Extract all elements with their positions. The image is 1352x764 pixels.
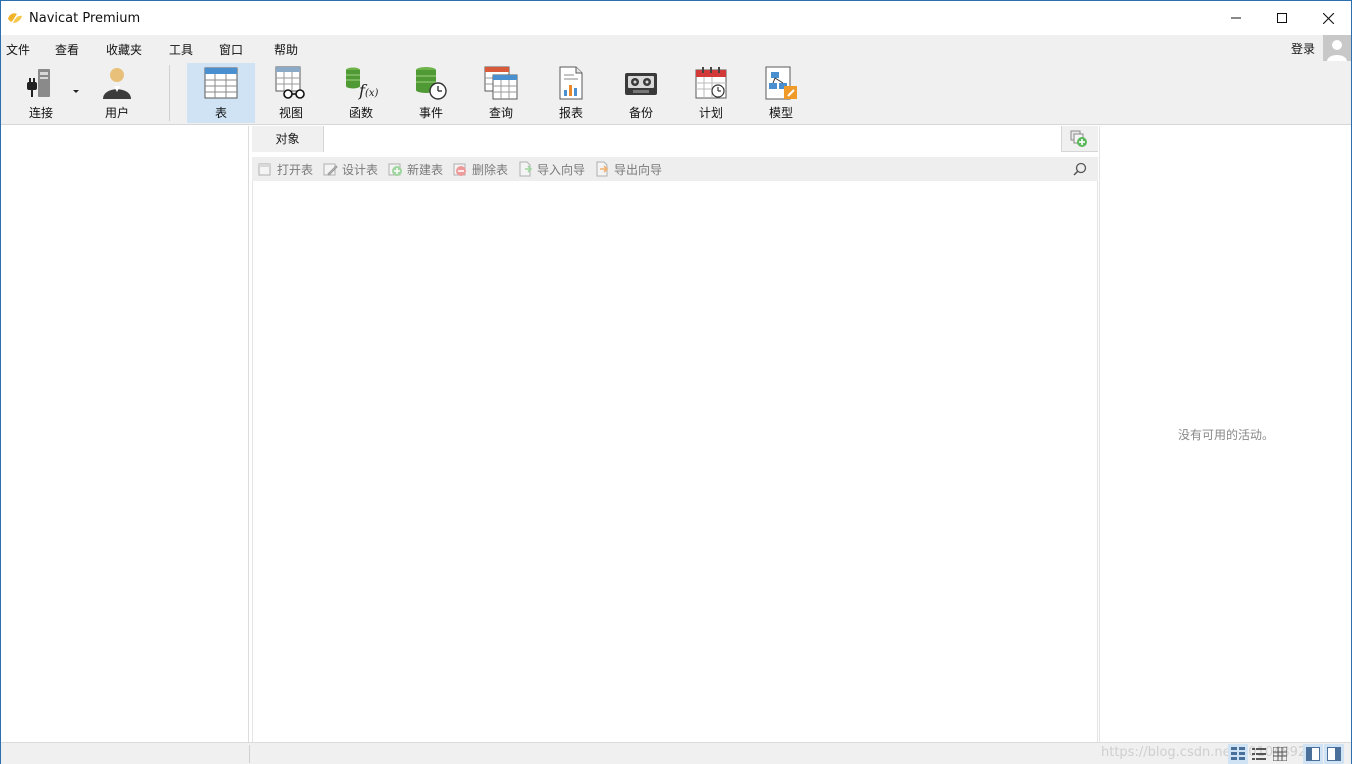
menu-help[interactable]: 帮助 [274, 41, 298, 58]
design-table-button[interactable]: 设计表 [322, 161, 378, 177]
tool-label: 模型 [768, 106, 793, 120]
delete-table-button[interactable]: 删除表 [452, 161, 508, 177]
new-table-button[interactable]: 新建表 [387, 161, 443, 177]
tool-label: 报表 [558, 106, 583, 120]
import-wizard-label: 导入向导 [537, 163, 586, 177]
open-table-button[interactable]: 打开表 [257, 161, 313, 177]
object-toolbar: 打开表 设计表 新建表 删除表 导入向导 导出向导 [252, 157, 1098, 181]
user-avatar-icon [1323, 35, 1351, 61]
tool-table[interactable]: 表 [187, 63, 255, 123]
model-icon [765, 66, 797, 100]
open-table-label: 打开表 [277, 163, 314, 177]
tool-query[interactable]: 查询 [467, 63, 535, 123]
no-activity-text: 没有可用的活动。 [1177, 428, 1274, 442]
detail-view-button[interactable] [1270, 744, 1290, 764]
tool-label: 计划 [698, 106, 723, 120]
import-wizard-button[interactable]: 导入向导 [517, 161, 585, 177]
connection-tree-pane[interactable] [1, 126, 249, 742]
left-pane-icon [1306, 747, 1320, 761]
maximize-icon [1277, 13, 1287, 23]
event-clock-icon [416, 67, 447, 100]
query-icon [484, 66, 518, 100]
add-tab-icon[interactable] [1070, 130, 1088, 148]
tool-schedule[interactable]: 计划 [677, 63, 745, 123]
svg-text:(x): (x) [365, 88, 378, 99]
minimize-button[interactable] [1213, 1, 1259, 35]
import-wizard-icon [519, 161, 533, 177]
new-table-label: 新建表 [407, 163, 444, 177]
status-divider [249, 745, 250, 763]
menu-view[interactable]: 查看 [55, 41, 79, 58]
detail-view-icon [1273, 747, 1287, 761]
info-pane: 没有可用的活动。 [1099, 126, 1351, 742]
status-bar: https://blog.csdn.net/u010489246 [1, 742, 1351, 764]
tool-label: 备份 [628, 106, 653, 120]
open-table-icon [258, 163, 271, 176]
object-list-area[interactable] [252, 181, 1098, 742]
delete-table-label: 删除表 [472, 163, 509, 177]
export-wizard-icon [596, 161, 609, 177]
tool-view[interactable]: 视图 [257, 63, 325, 123]
table-icon [204, 67, 238, 99]
backup-tape-icon [625, 73, 657, 95]
minimize-icon [1231, 17, 1241, 19]
view-glasses-icon [275, 66, 305, 99]
right-pane-icon [1327, 747, 1341, 761]
tool-function[interactable]: f (x) 函数 [327, 63, 395, 123]
export-wizard-label: 导出向导 [614, 163, 663, 177]
menu-window[interactable]: 窗口 [219, 41, 243, 58]
navicat-logo-icon [8, 13, 22, 23]
list-view-button[interactable] [1249, 744, 1269, 764]
tool-label: 事件 [418, 106, 443, 120]
tool-user[interactable]: 用户 [83, 63, 151, 123]
grid-view-button[interactable] [1228, 744, 1248, 764]
delete-table-icon [453, 163, 466, 176]
plug-icon [27, 69, 50, 97]
tool-label: 用户 [104, 106, 129, 120]
maximize-button[interactable] [1259, 1, 1305, 35]
connection-dropdown-caret-icon[interactable] [73, 90, 79, 93]
tool-label: 表 [214, 106, 227, 120]
tool-model[interactable]: 模型 [747, 63, 815, 123]
tab-objects[interactable]: 对象 [252, 126, 324, 152]
tool-backup[interactable]: 备份 [607, 63, 675, 123]
close-icon [1322, 12, 1334, 24]
toggle-left-pane-button[interactable] [1303, 744, 1323, 764]
calendar-icon [695, 67, 727, 99]
new-table-icon [388, 163, 402, 176]
avatar[interactable] [1323, 35, 1351, 61]
toggle-right-pane-button[interactable] [1324, 744, 1344, 764]
tab-strip-empty [324, 126, 1062, 152]
menu-favorites[interactable]: 收藏夹 [106, 41, 142, 58]
tool-event[interactable]: 事件 [397, 63, 465, 123]
menu-tools[interactable]: 工具 [169, 41, 193, 58]
menu-file[interactable]: 文件 [6, 41, 30, 58]
tool-connection[interactable]: 连接 [7, 63, 75, 123]
menu-bar: 文件 查看 收藏夹 工具 窗口 帮助 登录 [1, 35, 1351, 61]
search-icon[interactable] [1072, 161, 1088, 177]
login-link[interactable]: 登录 [1291, 40, 1315, 57]
window-title: Navicat Premium [29, 11, 141, 26]
toolbar-divider [169, 65, 170, 121]
design-table-label: 设计表 [342, 163, 379, 177]
tool-label: 连接 [28, 106, 53, 120]
main-toolbar: 连接 用户 表 视图 f (x) 函数 事件 查询 报表 备份 计划 模型 [1, 61, 1351, 125]
grid-view-icon [1231, 747, 1245, 760]
list-view-icon [1252, 748, 1266, 760]
function-icon: f (x) [346, 67, 378, 100]
object-tab-bar: 对象 [252, 126, 1098, 152]
export-wizard-button[interactable]: 导出向导 [594, 161, 662, 177]
user-icon [103, 68, 131, 99]
tool-report[interactable]: 报表 [537, 63, 605, 123]
tool-label: 视图 [278, 106, 303, 120]
design-table-icon [323, 163, 338, 176]
title-bar: Navicat Premium [1, 1, 1351, 35]
tool-label: 查询 [488, 106, 513, 120]
close-button[interactable] [1305, 1, 1351, 35]
report-icon [559, 66, 583, 100]
tool-label: 函数 [348, 106, 373, 120]
app-window: Navicat Premium 文件 查看 收藏夹 工具 窗口 帮助 登录 连接… [0, 0, 1352, 764]
